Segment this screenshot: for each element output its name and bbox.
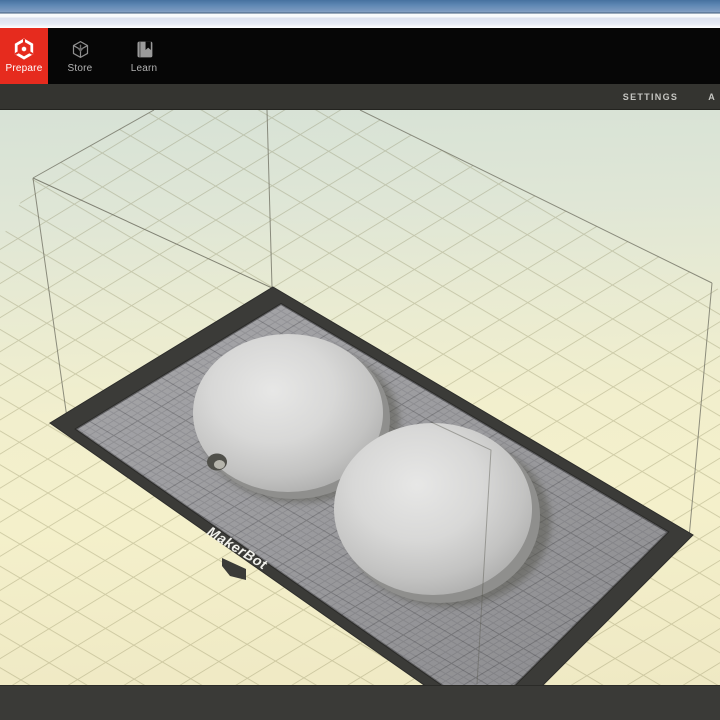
model-2-dome — [334, 423, 532, 595]
tab-store-label: Store — [67, 63, 93, 74]
makerbot-desktop-window: Prepare Store Learn SETTINGS A MakerBot — [0, 0, 720, 720]
viewport-3d[interactable]: MakerBot — [0, 110, 720, 685]
settings-button[interactable]: SETTINGS — [623, 92, 678, 102]
tab-prepare[interactable]: Prepare — [0, 28, 48, 84]
settings-bar: SETTINGS A — [0, 84, 720, 110]
tab-prepare-label: Prepare — [5, 63, 43, 74]
tab-store[interactable]: Store — [48, 28, 112, 84]
status-bar — [0, 685, 720, 720]
makerbot-logo-icon — [13, 38, 35, 60]
scene-canvas: MakerBot — [0, 110, 720, 685]
model-1-hole-inner — [214, 460, 225, 469]
partial-menu-item[interactable]: A — [708, 92, 716, 102]
window-titlebar[interactable] — [0, 0, 720, 28]
main-toolbar: Prepare Store Learn — [0, 28, 720, 84]
store-cube-icon — [70, 38, 91, 60]
learn-book-icon — [134, 38, 155, 60]
tab-learn-label: Learn — [130, 63, 158, 74]
tab-learn[interactable]: Learn — [112, 28, 176, 84]
